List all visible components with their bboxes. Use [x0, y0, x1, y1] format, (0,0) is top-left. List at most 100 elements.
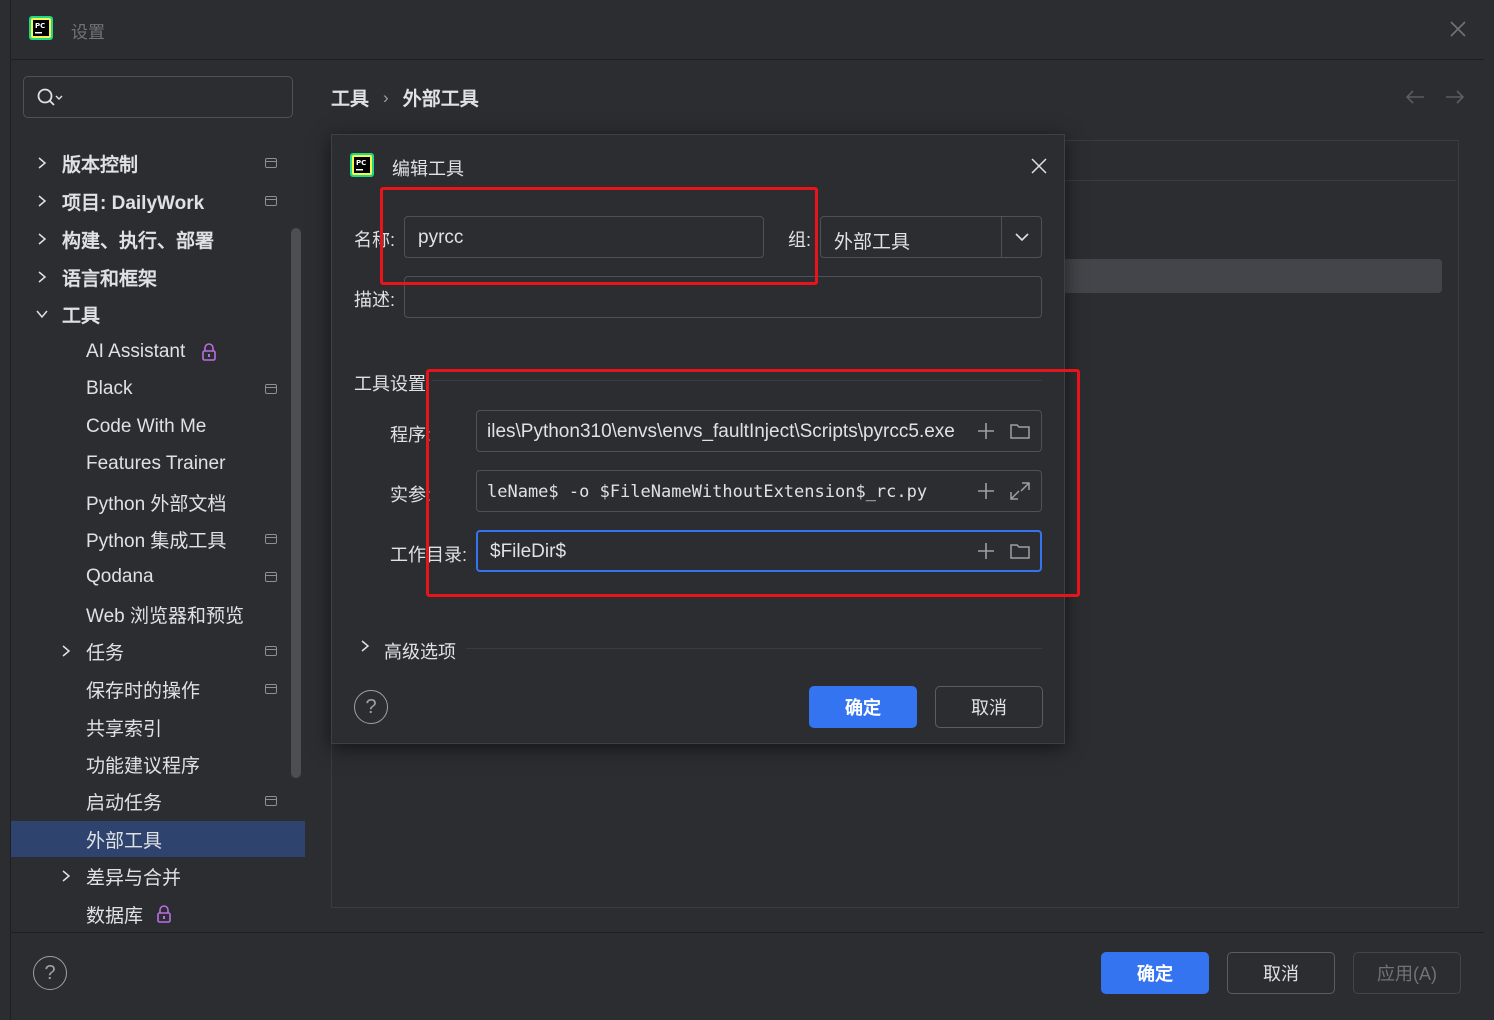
sidebar-item-label: Black — [86, 378, 133, 399]
sidebar-item[interactable]: 保存时的操作 — [11, 671, 305, 707]
name-label: 名称: — [354, 230, 396, 250]
sidebar-item[interactable]: 差异与合并 — [11, 858, 305, 894]
dialog-ok-button[interactable]: 确定 — [809, 686, 917, 728]
sidebar-item[interactable]: Code With Me — [11, 409, 305, 445]
sidebar-item[interactable]: 构建、执行、部署 — [11, 221, 305, 257]
chevron-right-icon[interactable] — [358, 639, 372, 653]
chevron-down-icon — [1015, 233, 1029, 242]
program-label: 程序: — [390, 425, 432, 445]
chevron-right-icon[interactable] — [59, 869, 73, 883]
settings-cancel-button[interactable]: 取消 — [1227, 952, 1335, 994]
folder-icon[interactable] — [1009, 421, 1031, 441]
advanced-options-toggle[interactable]: 高级选项 — [384, 638, 456, 664]
sidebar-item-label: Qodana — [86, 566, 154, 587]
group-value: 外部工具 — [834, 232, 911, 253]
settings-apply-button[interactable]: 应用(A) — [1353, 952, 1461, 994]
breadcrumb-parent[interactable]: 工具 — [331, 84, 369, 111]
project-level-icon — [265, 534, 277, 544]
sidebar-item-label: 启动任务 — [86, 792, 163, 814]
settings-help-button[interactable]: ? — [33, 956, 67, 990]
chevron-right-icon[interactable] — [35, 194, 49, 208]
sidebar-item[interactable]: Python 集成工具 — [11, 521, 305, 557]
sidebar-item[interactable]: Qodana — [11, 559, 305, 595]
sidebar-item-label: AI Assistant — [86, 341, 186, 362]
tool-settings-heading: 工具设置 — [354, 374, 426, 394]
sidebar-item-label: 功能建议程序 — [86, 755, 201, 777]
working-directory-field[interactable]: $FileDir$ — [476, 530, 1042, 572]
project-level-icon — [265, 158, 277, 168]
close-icon[interactable] — [1447, 18, 1469, 40]
dialog-close-icon[interactable] — [1030, 157, 1048, 175]
sidebar-item-label: 版本控制 — [62, 154, 139, 176]
background-window-edge-left — [0, 0, 11, 1020]
edit-tool-dialog: PC 编辑工具 名称: pyrcc 组: 外部工具 描述: 工具设置 程序: i… — [331, 134, 1065, 744]
sidebar-item-label: 工具 — [62, 305, 101, 327]
dialog-title: 编辑工具 — [392, 159, 464, 179]
chevron-down-icon[interactable] — [35, 307, 49, 321]
name-value: pyrcc — [418, 227, 464, 248]
sidebar-item[interactable]: Web 浏览器和预览 — [11, 596, 305, 632]
insert-macro-icon[interactable] — [975, 481, 997, 501]
sidebar-item[interactable]: 语言和框架 — [11, 259, 305, 295]
sidebar-item-label: Web 浏览器和预览 — [86, 605, 245, 627]
dialog-help-button[interactable]: ? — [354, 690, 388, 724]
settings-footer: ? 确定 取消 应用(A) — [11, 932, 1484, 1020]
pycharm-logo-icon: PC — [29, 16, 53, 40]
insert-macro-icon[interactable] — [975, 421, 997, 441]
sidebar-item[interactable]: 版本控制 — [11, 145, 305, 181]
sidebar-item[interactable]: Features Trainer — [11, 446, 305, 482]
sidebar-item-label: Code With Me — [86, 416, 207, 437]
insert-macro-icon[interactable] — [975, 541, 997, 561]
sidebar-item-label: 语言和框架 — [62, 268, 158, 290]
dialog-cancel-button[interactable]: 取消 — [935, 686, 1043, 728]
group-label: 组: — [788, 230, 812, 250]
chevron-right-icon[interactable] — [35, 156, 49, 170]
sidebar-item-label: 共享索引 — [86, 718, 163, 740]
chevron-right-icon[interactable] — [59, 644, 73, 658]
section-divider — [432, 380, 1042, 381]
tool-list-item[interactable] — [1056, 259, 1442, 293]
sidebar-item[interactable]: 工具 — [11, 296, 305, 332]
sidebar-item[interactable]: 数据库 — [11, 896, 305, 930]
project-level-icon — [265, 796, 277, 806]
arguments-value: leName$ -o $FileNameWithoutExtension$_rc… — [487, 482, 928, 502]
working-directory-label: 工作目录: — [390, 545, 468, 565]
group-combobox[interactable]: 外部工具 — [820, 216, 1042, 258]
arguments-field[interactable]: leName$ -o $FileNameWithoutExtension$_rc… — [476, 470, 1042, 512]
sidebar-item[interactable]: AI Assistant — [11, 334, 305, 370]
svg-text:PC: PC — [35, 22, 45, 30]
group-dropdown-button[interactable] — [1001, 217, 1041, 257]
settings-tree: 版本控制项目: DailyWork 构建、执行、部署 语言和框架工具 AI Assis… — [11, 130, 305, 930]
description-field[interactable] — [404, 276, 1042, 318]
settings-ok-button[interactable]: 确定 — [1101, 952, 1209, 994]
settings-search-input[interactable] — [23, 76, 293, 118]
chevron-right-icon[interactable] — [35, 270, 49, 284]
back-arrow-icon[interactable] — [1404, 88, 1426, 106]
sidebar-item[interactable]: 共享索引 — [11, 709, 305, 745]
sidebar-item[interactable]: 项目: DailyWork — [11, 183, 305, 219]
sidebar-item[interactable]: 启动任务 — [11, 783, 305, 819]
breadcrumb-separator: › — [383, 87, 389, 107]
program-field[interactable]: iles\Python310\envs\envs_faultInject\Scr… — [476, 410, 1042, 452]
search-icon — [37, 88, 63, 106]
folder-icon[interactable] — [1009, 541, 1031, 561]
sidebar-item[interactable]: Black — [11, 371, 305, 407]
chevron-right-icon[interactable] — [35, 232, 49, 246]
sidebar-item-label: 保存时的操作 — [86, 680, 201, 702]
sidebar-item[interactable]: 功能建议程序 — [11, 746, 305, 782]
sidebar-item[interactable]: 任务 — [11, 633, 305, 669]
background-window-edge-right — [1484, 0, 1494, 1020]
project-level-icon — [265, 646, 277, 656]
name-field[interactable]: pyrcc — [404, 216, 764, 258]
project-level-icon — [265, 684, 277, 694]
sidebar-scrollbar[interactable] — [291, 228, 301, 778]
settings-window: PC 设置 版本控制 项目: DailyWork 构建、执行、部署 语言和框架 工具 AI… — [11, 0, 1484, 1020]
sidebar-item[interactable]: Python 外部文档 — [11, 484, 305, 520]
sidebar-item-label: 构建、执行、部署 — [62, 230, 215, 252]
forward-arrow-icon[interactable] — [1444, 88, 1466, 106]
sidebar-item[interactable]: 外部工具 — [11, 821, 305, 857]
program-value: iles\Python310\envs\envs_faultInject\Scr… — [487, 421, 955, 442]
sidebar-item-label: Python 集成工具 — [86, 530, 227, 552]
lock-icon — [202, 343, 216, 361]
expand-icon[interactable] — [1009, 481, 1031, 501]
